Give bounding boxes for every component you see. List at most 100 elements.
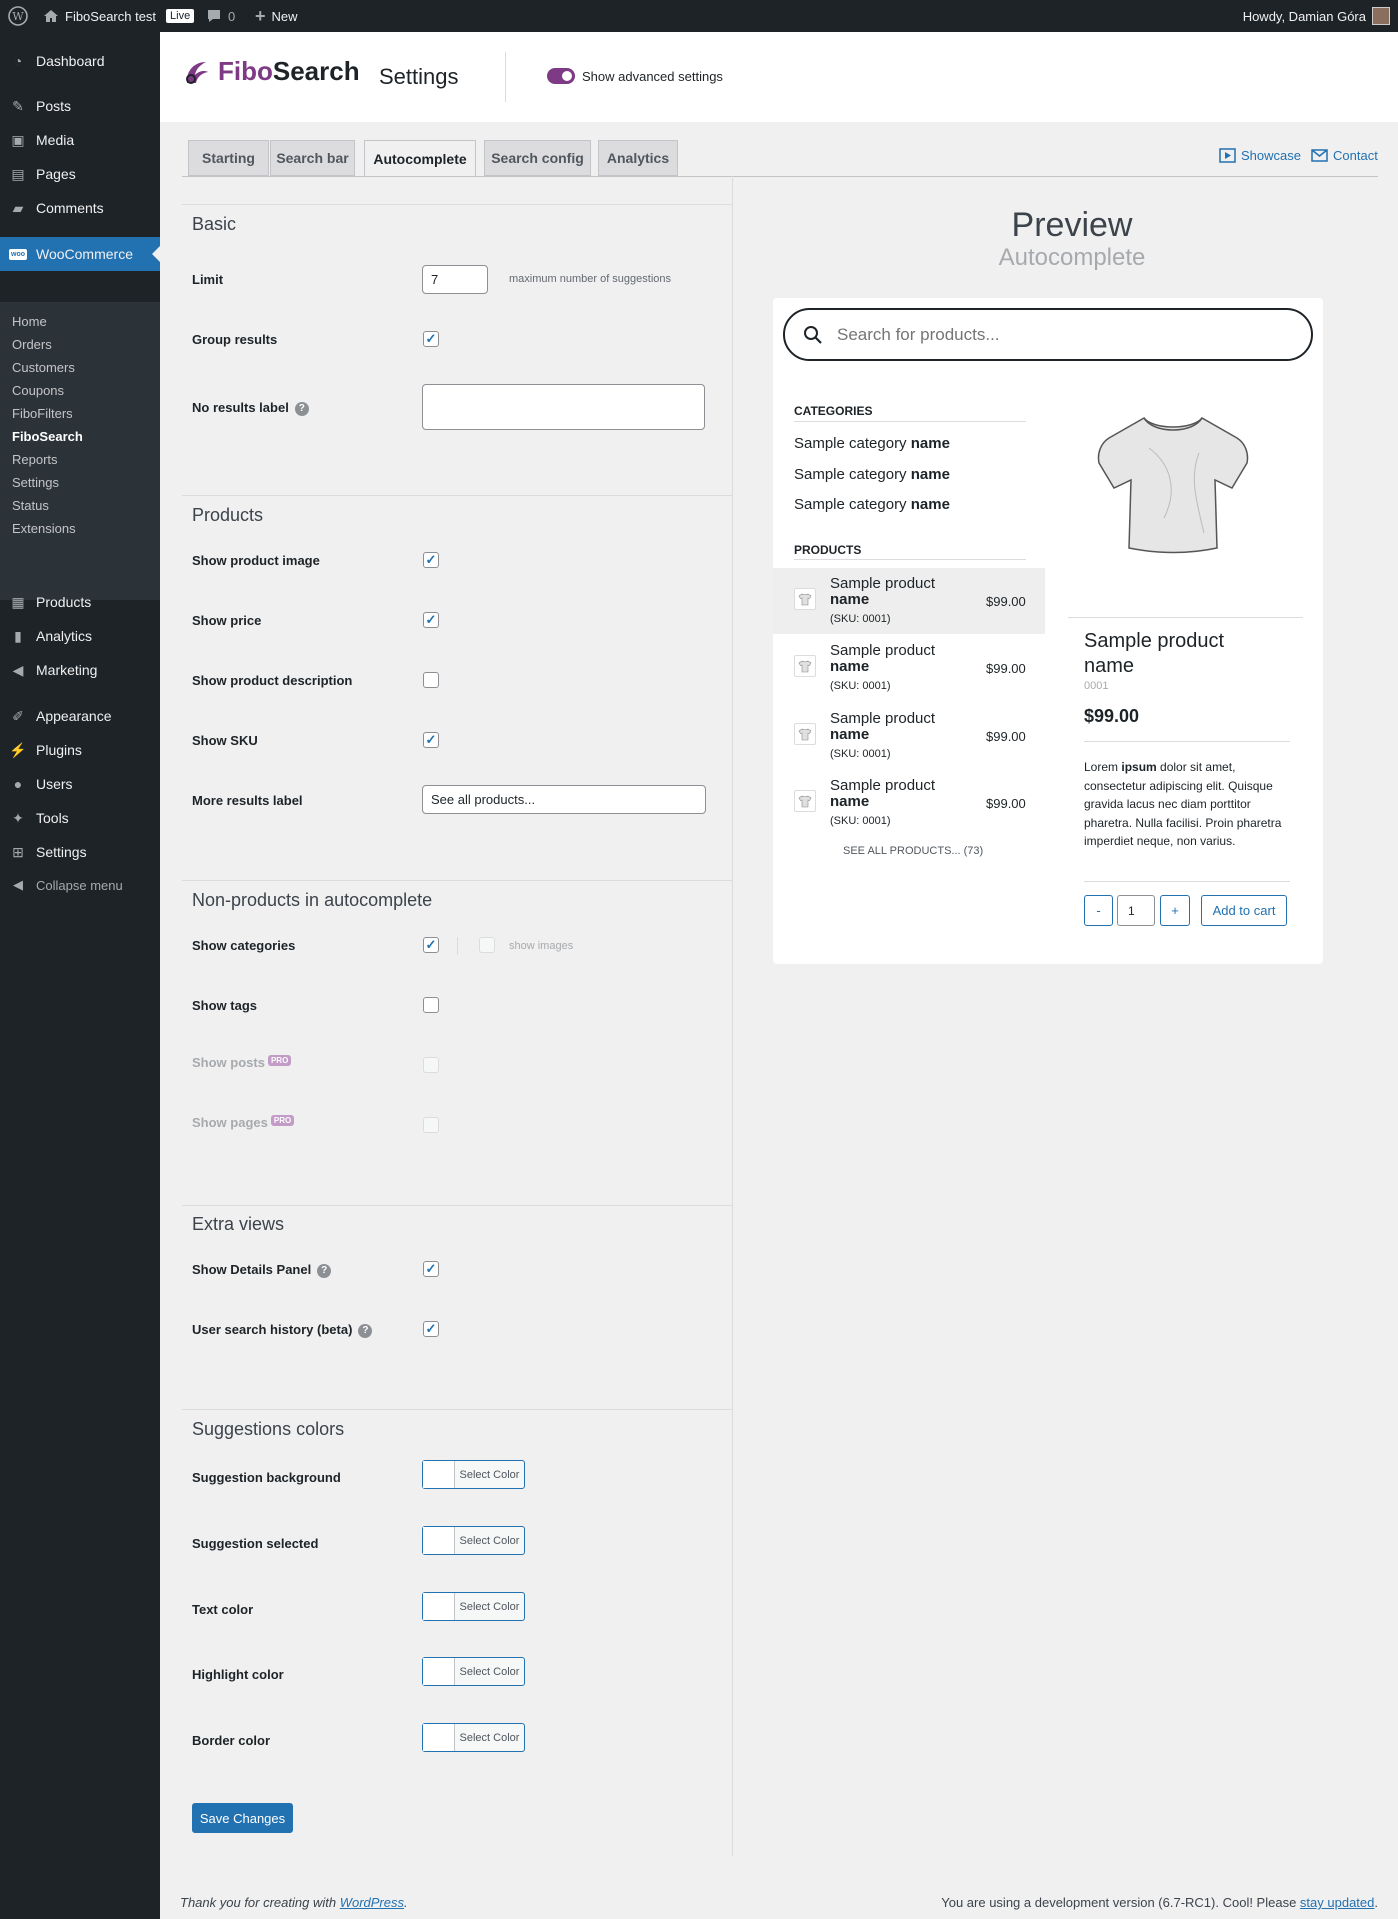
show-description-checkbox[interactable] bbox=[423, 672, 439, 688]
account-menu[interactable]: Howdy, Damian Góra bbox=[1243, 0, 1390, 32]
help-icon[interactable]: ? bbox=[317, 1263, 332, 1278]
category-suggestion[interactable]: Sample category name bbox=[794, 435, 950, 452]
submenu-item-home[interactable]: Home bbox=[12, 314, 47, 329]
menu-tools[interactable]: ✦ Tools bbox=[0, 801, 160, 835]
product-suggestion[interactable]: Sample product name (SKU: 0001) $99.00 bbox=[773, 568, 1045, 634]
tab-autocomplete[interactable]: Autocomplete bbox=[364, 140, 476, 177]
more-results-input[interactable] bbox=[422, 785, 706, 814]
quantity-plus-button[interactable]: + bbox=[1160, 895, 1190, 926]
form-preview-divider bbox=[732, 176, 733, 1856]
submenu-item-extensions[interactable]: Extensions bbox=[12, 521, 76, 536]
menu-comments[interactable]: ▰ Comments bbox=[0, 191, 160, 225]
menu-pages[interactable]: ▤ Pages bbox=[0, 157, 160, 191]
show-sku-checkbox[interactable]: ✓ bbox=[423, 732, 439, 748]
menu-woocommerce[interactable]: woo WooCommerce bbox=[0, 237, 160, 271]
inline-divider bbox=[457, 937, 458, 955]
show-image-checkbox[interactable]: ✓ bbox=[423, 552, 439, 568]
heading-rule bbox=[794, 559, 1026, 560]
site-name-link[interactable]: FiboSearch test Live bbox=[43, 0, 195, 32]
tshirt-icon bbox=[794, 790, 816, 812]
tab-search-config[interactable]: Search config bbox=[484, 140, 591, 176]
menu-appearance[interactable]: ✐ Appearance bbox=[0, 699, 160, 733]
menu-label: Users bbox=[36, 776, 73, 792]
color-swatch bbox=[423, 1724, 455, 1751]
select-color-label: Select Color bbox=[459, 1665, 520, 1678]
menu-settings[interactable]: ⊞ Settings bbox=[0, 835, 160, 869]
save-changes-button[interactable]: Save Changes bbox=[192, 1803, 293, 1833]
quantity-minus-button[interactable]: - bbox=[1084, 895, 1113, 926]
color-label: Suggestion selected bbox=[192, 1536, 319, 1551]
product-sku: (SKU: 0001) bbox=[830, 680, 891, 692]
quantity-input[interactable]: 1 bbox=[1117, 895, 1155, 926]
show-price-checkbox[interactable]: ✓ bbox=[423, 612, 439, 628]
submenu-item-coupons[interactable]: Coupons bbox=[12, 383, 64, 398]
show-description-label: Show product description bbox=[192, 673, 353, 688]
product-suggestion[interactable]: Sample product name (SKU: 0001) $99.00 bbox=[773, 635, 1045, 701]
submenu-item-fibofilters[interactable]: FiboFilters bbox=[12, 406, 73, 421]
category-suggestion[interactable]: Sample category name bbox=[794, 466, 950, 483]
details-panel-checkbox[interactable]: ✓ bbox=[423, 1261, 439, 1277]
menu-plugins[interactable]: ⚡ Plugins bbox=[0, 733, 160, 767]
product-highlight: name bbox=[830, 726, 870, 743]
pro-badge: PRO bbox=[270, 1115, 295, 1126]
product-suggestion[interactable]: Sample product name (SKU: 0001) $99.00 bbox=[773, 703, 1045, 769]
comments-link[interactable]: 0 bbox=[206, 0, 235, 32]
category-suggestion[interactable]: Sample category name bbox=[794, 496, 950, 513]
advanced-settings-toggle[interactable]: Show advanced settings bbox=[547, 68, 723, 84]
submenu-item-fibosearch[interactable]: FiboSearch bbox=[12, 429, 83, 444]
select-color-button[interactable]: Select Color bbox=[422, 1592, 525, 1621]
color-swatch bbox=[423, 1527, 455, 1554]
help-icon[interactable]: ? bbox=[294, 401, 309, 416]
detail-rule bbox=[1084, 741, 1290, 742]
toggle-switch[interactable] bbox=[547, 68, 575, 84]
tab-analytics[interactable]: Analytics bbox=[598, 140, 678, 176]
no-results-textarea[interactable] bbox=[422, 384, 705, 430]
menu-media[interactable]: ▣ Media bbox=[0, 123, 160, 157]
show-posts-checkbox[interactable] bbox=[423, 1057, 439, 1073]
tab-underline bbox=[182, 176, 1378, 177]
collapse-menu-button[interactable]: ◀ Collapse menu bbox=[0, 870, 160, 900]
wordpress-link[interactable]: WordPress bbox=[340, 1895, 404, 1910]
logo-search: Search bbox=[272, 56, 360, 86]
see-all-products-link[interactable]: SEE ALL PRODUCTS... (73) bbox=[843, 845, 983, 857]
menu-users[interactable]: ● Users bbox=[0, 767, 160, 801]
product-suggestion[interactable]: Sample product name (SKU: 0001) $99.00 bbox=[773, 770, 1045, 836]
submenu-item-status[interactable]: Status bbox=[12, 498, 49, 513]
showcase-link[interactable]: Showcase bbox=[1219, 148, 1301, 163]
show-pages-checkbox[interactable] bbox=[423, 1117, 439, 1133]
new-label: New bbox=[271, 8, 298, 24]
submenu-item-orders[interactable]: Orders bbox=[12, 337, 52, 352]
submenu-item-reports[interactable]: Reports bbox=[12, 452, 58, 467]
select-color-button[interactable]: Select Color bbox=[422, 1723, 525, 1752]
menu-dashboard[interactable]: ◔ Dashboard bbox=[0, 44, 160, 78]
select-color-button[interactable]: Select Color bbox=[422, 1526, 525, 1555]
pro-badge: PRO bbox=[267, 1055, 292, 1066]
search-history-checkbox[interactable]: ✓ bbox=[423, 1321, 439, 1337]
stay-updated-link[interactable]: stay updated bbox=[1300, 1895, 1374, 1910]
new-link[interactable]: + New bbox=[255, 0, 298, 32]
select-color-button[interactable]: Select Color bbox=[422, 1460, 525, 1489]
submenu-item-customers[interactable]: Customers bbox=[12, 360, 75, 375]
group-results-checkbox[interactable]: ✓ bbox=[423, 331, 439, 347]
menu-posts[interactable]: ✎ Posts bbox=[0, 89, 160, 123]
categories-heading: CATEGORIES bbox=[794, 404, 873, 418]
wordpress-logo-icon[interactable]: W bbox=[8, 0, 28, 32]
add-to-cart-button[interactable]: Add to cart bbox=[1201, 895, 1287, 926]
section-title-nonproducts: Non-products in autocomplete bbox=[192, 890, 433, 910]
contact-link[interactable]: Contact bbox=[1311, 148, 1378, 163]
preview-search-bar[interactable]: Search for products... bbox=[783, 308, 1313, 361]
help-icon[interactable]: ? bbox=[358, 1323, 373, 1338]
tab-starting[interactable]: Starting bbox=[188, 140, 269, 176]
show-categories-checkbox[interactable]: ✓ bbox=[423, 937, 439, 953]
menu-products[interactable]: ▦ Products bbox=[0, 585, 160, 619]
select-color-button[interactable]: Select Color bbox=[422, 1657, 525, 1686]
show-images-checkbox[interactable] bbox=[479, 937, 495, 953]
menu-analytics[interactable]: ▮ Analytics bbox=[0, 619, 160, 653]
color-swatch bbox=[423, 1461, 455, 1488]
tab-search-bar[interactable]: Search bar bbox=[270, 140, 355, 176]
limit-input[interactable] bbox=[422, 265, 488, 294]
menu-marketing[interactable]: ◀ Marketing bbox=[0, 653, 160, 687]
menu-label: Tools bbox=[36, 810, 69, 826]
submenu-item-settings[interactable]: Settings bbox=[12, 475, 59, 490]
show-tags-checkbox[interactable] bbox=[423, 997, 439, 1013]
